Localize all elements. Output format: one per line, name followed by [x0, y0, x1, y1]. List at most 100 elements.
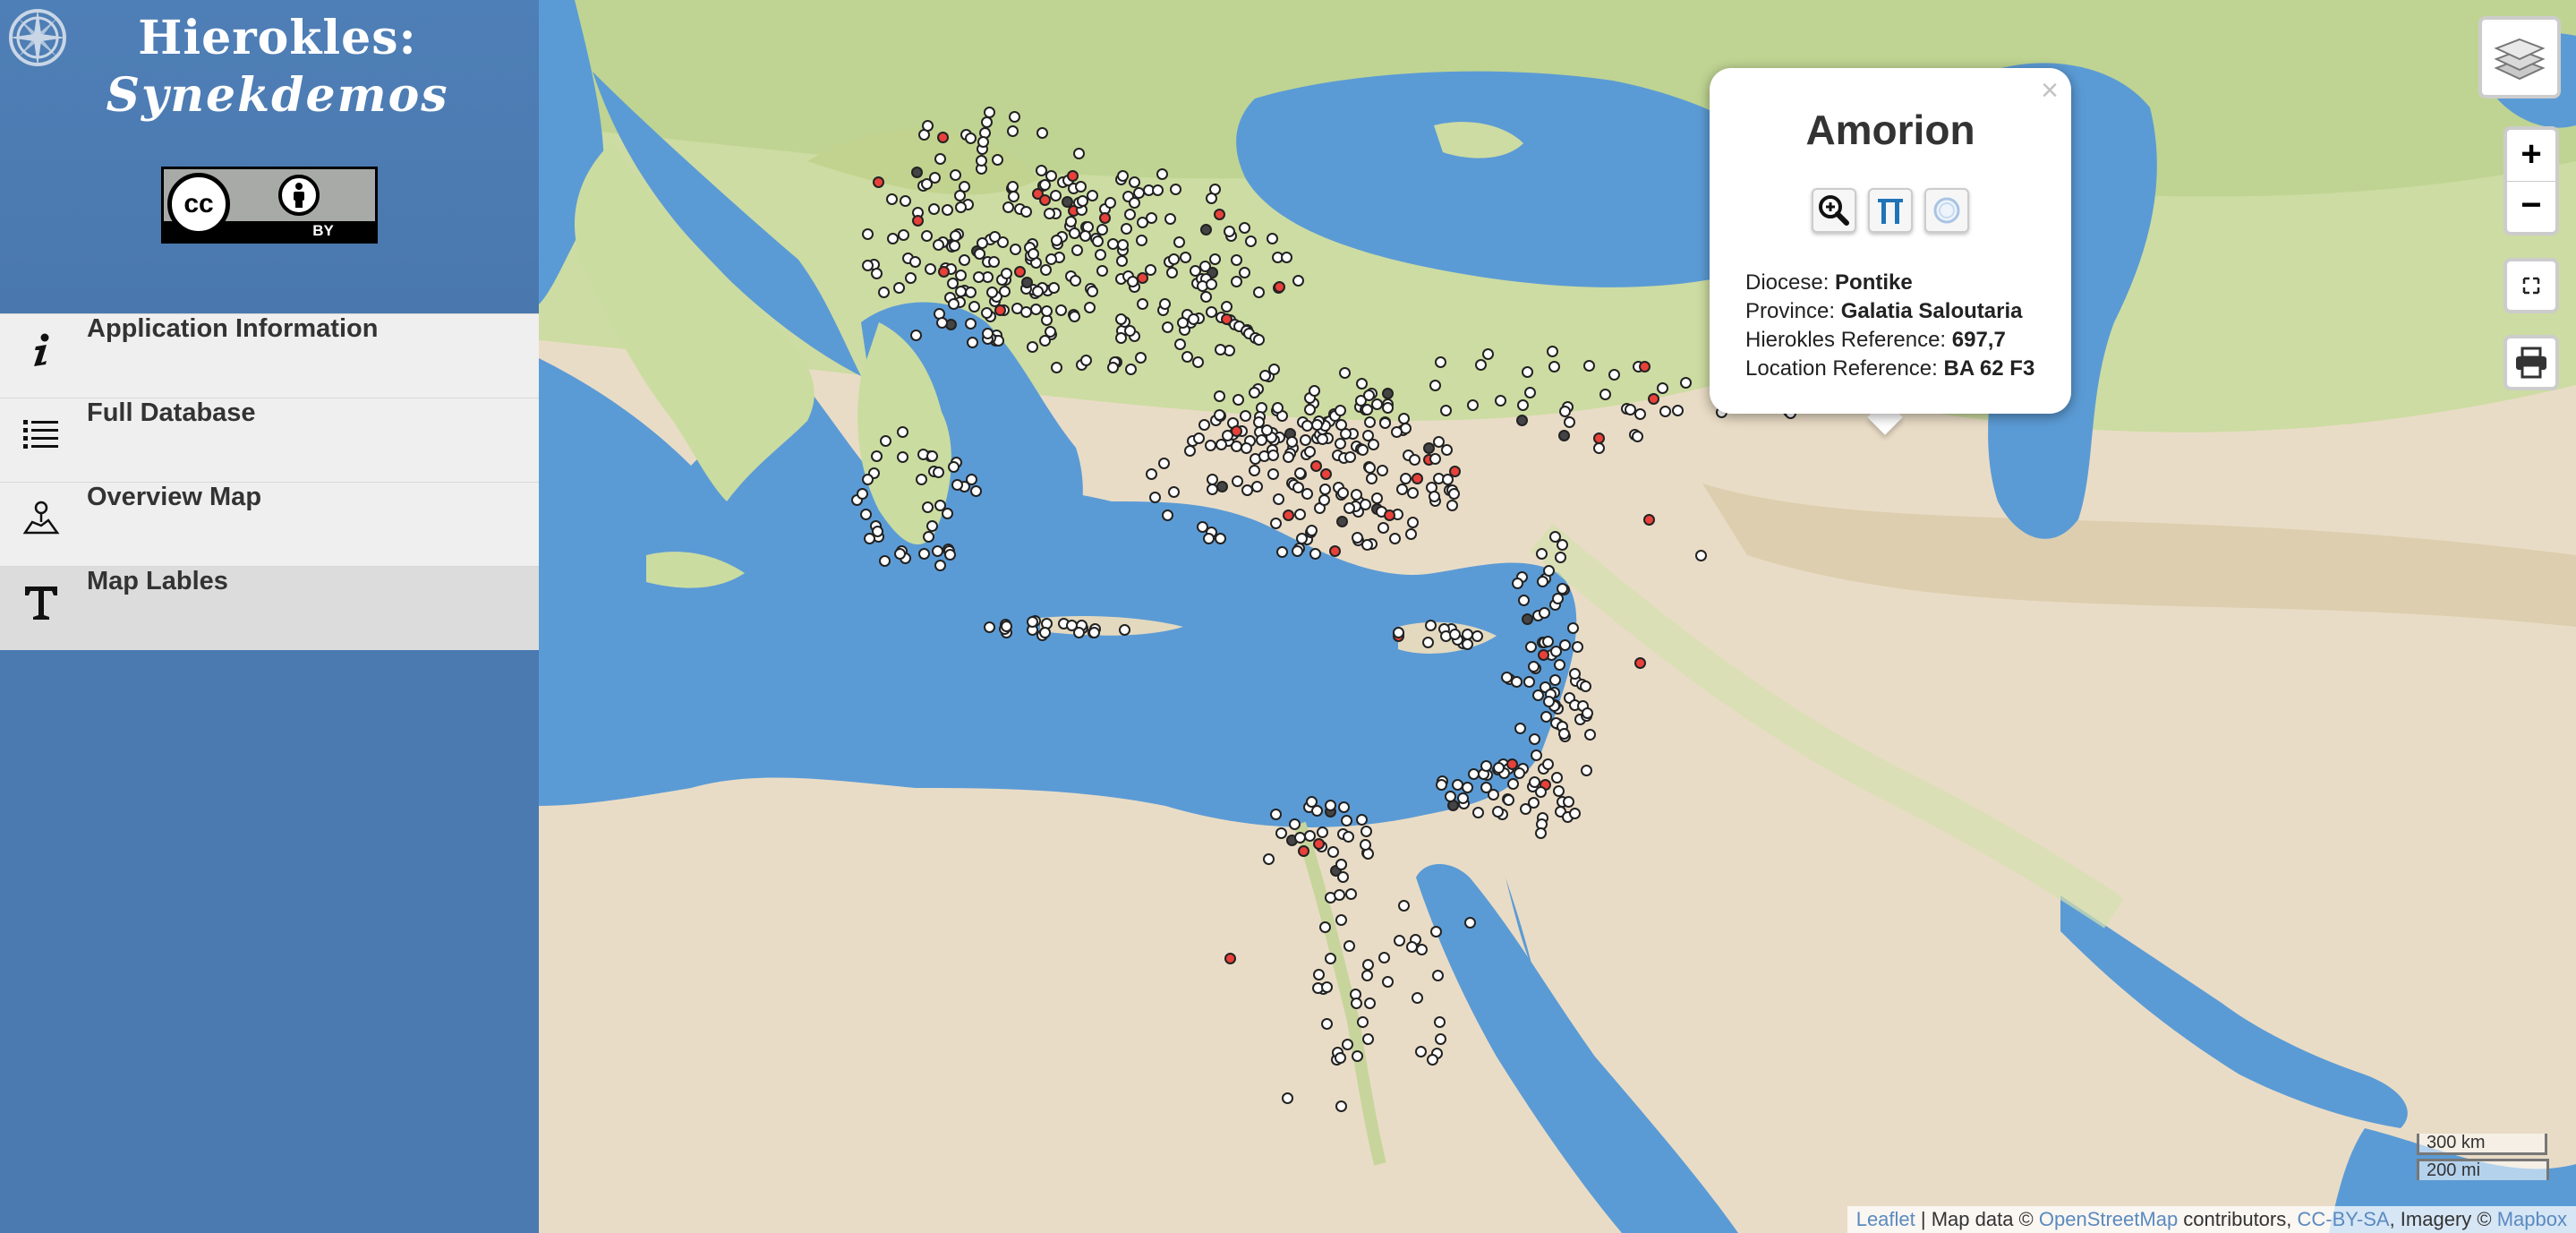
- site-marker[interactable]: [1531, 689, 1544, 701]
- site-marker[interactable]: [1446, 500, 1458, 512]
- site-marker[interactable]: [1355, 378, 1368, 390]
- site-marker[interactable]: [1115, 255, 1128, 268]
- site-marker[interactable]: [1047, 282, 1060, 295]
- site-marker[interactable]: [1397, 899, 1410, 912]
- site-marker[interactable]: [1045, 253, 1057, 266]
- site-marker[interactable]: [870, 268, 883, 280]
- site-marker[interactable]: [1335, 913, 1348, 926]
- site-marker[interactable]: [1524, 386, 1537, 398]
- site-marker[interactable]: [857, 488, 869, 501]
- site-marker[interactable]: [984, 107, 996, 119]
- site-marker[interactable]: [949, 240, 961, 253]
- site-marker[interactable]: [1517, 595, 1530, 607]
- site-marker[interactable]: [1319, 467, 1332, 480]
- mapbox-link[interactable]: Mapbox: [2497, 1208, 2567, 1230]
- site-marker[interactable]: [909, 329, 922, 341]
- site-marker[interactable]: [920, 230, 933, 243]
- site-marker[interactable]: [968, 301, 981, 313]
- site-marker[interactable]: [1534, 786, 1547, 799]
- site-marker[interactable]: [1088, 627, 1100, 639]
- site-marker[interactable]: [1123, 325, 1136, 338]
- site-marker[interactable]: [1099, 211, 1112, 224]
- site-marker[interactable]: [1361, 826, 1373, 838]
- site-marker[interactable]: [981, 116, 994, 129]
- site-marker[interactable]: [1204, 440, 1216, 452]
- site-marker[interactable]: [994, 304, 1006, 317]
- site-marker[interactable]: [1009, 244, 1021, 256]
- site-marker[interactable]: [1096, 264, 1108, 277]
- site-marker[interactable]: [1318, 920, 1331, 933]
- site-marker[interactable]: [1343, 831, 1355, 843]
- site-marker[interactable]: [1548, 673, 1561, 686]
- site-marker[interactable]: [965, 133, 977, 145]
- site-marker[interactable]: [1007, 124, 1019, 137]
- site-marker[interactable]: [1168, 253, 1181, 266]
- site-marker[interactable]: [1567, 621, 1580, 634]
- site-marker[interactable]: [1351, 531, 1363, 544]
- site-marker[interactable]: [1214, 390, 1226, 403]
- site-marker[interactable]: [1318, 493, 1331, 506]
- site-marker[interactable]: [983, 621, 995, 634]
- site-marker[interactable]: [1538, 648, 1550, 661]
- site-marker[interactable]: [934, 152, 946, 165]
- site-marker[interactable]: [1066, 169, 1079, 182]
- site-marker[interactable]: [1467, 767, 1480, 780]
- site-marker[interactable]: [1135, 235, 1147, 247]
- site-marker[interactable]: [1528, 733, 1540, 746]
- site-marker[interactable]: [1377, 521, 1389, 534]
- site-marker[interactable]: [1239, 222, 1251, 235]
- site-marker[interactable]: [958, 181, 970, 193]
- site-marker[interactable]: [925, 520, 938, 533]
- site-marker[interactable]: [1028, 247, 1040, 260]
- site-marker[interactable]: [1593, 432, 1605, 445]
- site-marker[interactable]: [1648, 392, 1660, 405]
- site-marker[interactable]: [1133, 187, 1146, 200]
- site-marker[interactable]: [1255, 434, 1267, 447]
- site-marker[interactable]: [973, 248, 985, 261]
- site-marker[interactable]: [1343, 939, 1355, 952]
- site-marker[interactable]: [1291, 544, 1303, 557]
- site-marker[interactable]: [1050, 234, 1062, 246]
- site-marker[interactable]: [1068, 227, 1080, 240]
- site-marker[interactable]: [1068, 310, 1080, 322]
- close-icon[interactable]: ×: [2041, 73, 2059, 108]
- site-marker[interactable]: [1213, 409, 1225, 422]
- site-marker[interactable]: [871, 450, 883, 463]
- circle-link-button[interactable]: [1924, 188, 1969, 233]
- site-marker[interactable]: [1557, 430, 1570, 442]
- site-marker[interactable]: [1062, 195, 1074, 208]
- site-marker[interactable]: [871, 525, 883, 537]
- site-marker[interactable]: [937, 265, 950, 278]
- site-marker[interactable]: [1559, 405, 1571, 417]
- site-marker[interactable]: [1285, 435, 1298, 448]
- site-marker[interactable]: [1282, 1092, 1293, 1104]
- site-marker[interactable]: [861, 473, 874, 485]
- site-marker[interactable]: [1599, 389, 1611, 401]
- site-marker[interactable]: [892, 281, 905, 294]
- site-marker[interactable]: [950, 168, 962, 181]
- site-marker[interactable]: [1377, 464, 1389, 476]
- site-marker[interactable]: [1571, 640, 1583, 653]
- site-marker[interactable]: [916, 473, 928, 485]
- fullscreen-button[interactable]: [2503, 258, 2559, 313]
- site-marker[interactable]: [1535, 547, 1548, 560]
- site-marker[interactable]: [1404, 528, 1417, 541]
- site-marker[interactable]: [1064, 215, 1077, 227]
- zoom-to-site-button[interactable]: [1812, 188, 1856, 233]
- site-marker[interactable]: [1312, 969, 1325, 981]
- site-marker[interactable]: [1659, 405, 1671, 417]
- leaflet-link[interactable]: Leaflet: [1856, 1208, 1915, 1230]
- site-marker[interactable]: [1362, 1032, 1375, 1045]
- site-marker[interactable]: [1339, 366, 1352, 379]
- site-marker[interactable]: [1230, 254, 1242, 267]
- site-marker[interactable]: [1514, 722, 1527, 734]
- site-marker[interactable]: [1026, 341, 1038, 354]
- site-marker[interactable]: [1511, 578, 1523, 590]
- site-marker[interactable]: [965, 317, 977, 330]
- site-marker[interactable]: [936, 317, 948, 329]
- site-marker[interactable]: [1582, 706, 1594, 719]
- site-marker[interactable]: [1145, 263, 1157, 276]
- site-marker[interactable]: [1342, 1038, 1354, 1050]
- site-marker[interactable]: [897, 426, 909, 439]
- site-marker[interactable]: [1537, 576, 1548, 588]
